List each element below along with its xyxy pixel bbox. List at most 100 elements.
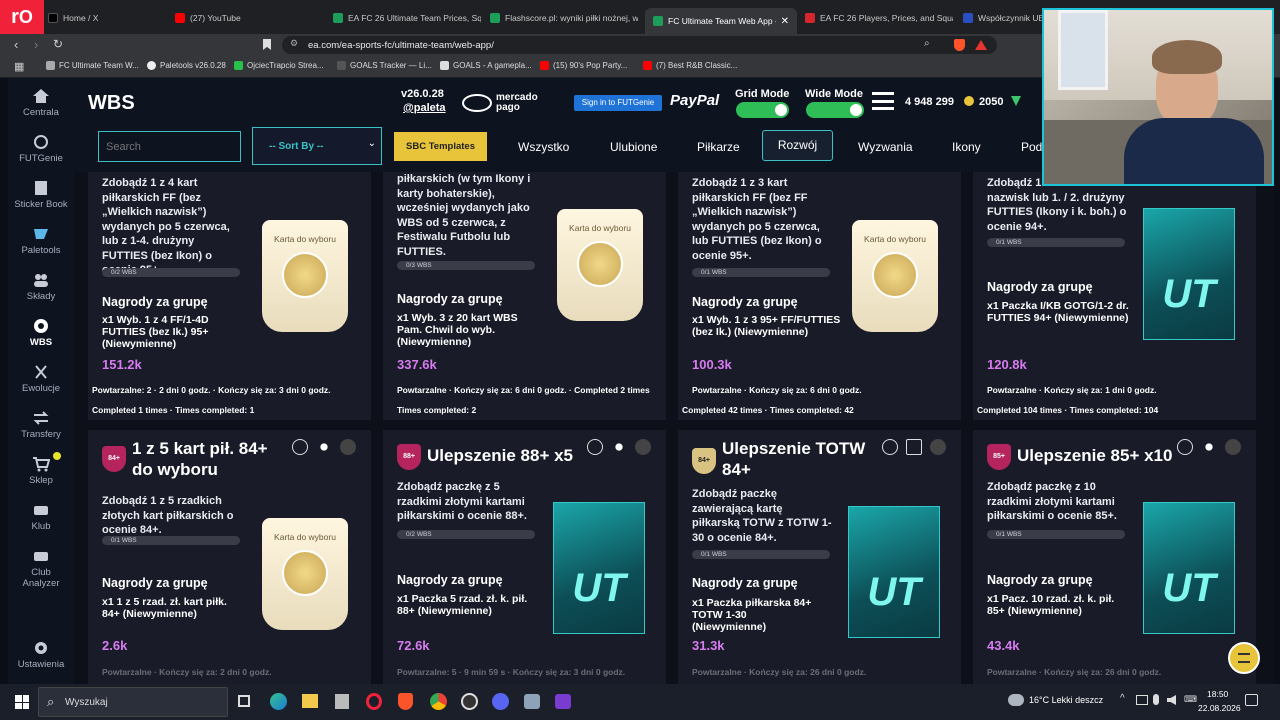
paypal-logo[interactable]: PayPal <box>670 92 719 109</box>
media-taskbar-icon[interactable] <box>555 694 571 709</box>
tab-ikony[interactable]: Ikony <box>952 140 981 154</box>
tab-rozwoj[interactable]: Rozwój <box>762 130 833 161</box>
sidebar-item-futgenie[interactable]: FUTGenie <box>8 134 74 164</box>
bookmark-paletools[interactable]: Paletools v26.0.28 <box>147 61 226 70</box>
sbc-card-2[interactable]: piłkarskich (w tym Ikony i karty bohater… <box>383 172 666 420</box>
tab-wszystko[interactable]: Wszystko <box>518 140 569 154</box>
favorite-star-icon[interactable] <box>930 439 946 455</box>
wide-mode-toggle[interactable] <box>806 102 864 118</box>
tab-ulubione[interactable]: Ulubione <box>610 140 657 154</box>
tab-flashscore[interactable]: Flashscore.pl: wyniki piłki nożnej, w <box>490 6 638 30</box>
sidebar-item-sklady[interactable]: Składy <box>8 272 74 302</box>
eye-icon[interactable] <box>316 439 332 455</box>
sbc-card-7[interactable]: 84+ Ulepszenie TOTW 84+ Zdobądź paczkę z… <box>678 430 961 684</box>
tray-chevron-icon[interactable]: ^ <box>1120 693 1125 704</box>
sbc-card-4[interactable]: Zdobądź 1 FF: Wielkich nazwisk lub 1. / … <box>973 172 1256 420</box>
windows-start-icon[interactable] <box>15 695 29 709</box>
eye-icon[interactable] <box>611 439 627 455</box>
close-tab-icon[interactable]: ✕ <box>781 16 789 27</box>
sidebar-item-wbs[interactable]: WBS <box>8 318 74 348</box>
bookmark-icon[interactable] <box>263 39 271 50</box>
apps-grid-icon[interactable]: ▦ <box>14 60 24 73</box>
sbc-badge: 88+ <box>397 444 421 470</box>
opera-taskbar-icon[interactable] <box>366 693 382 710</box>
futgenie-signin-button[interactable]: Sign in to FUTGenie <box>574 95 662 111</box>
tab-wyzwania[interactable]: Wyzwania <box>858 140 913 154</box>
volume-icon[interactable] <box>1167 695 1176 705</box>
sbc-card-3[interactable]: Zdobądź 1 z 3 kart piłkarskich FF (bez F… <box>678 172 961 420</box>
share-icon[interactable] <box>906 439 922 455</box>
forward-icon[interactable]: › <box>34 37 38 52</box>
language-icon[interactable]: ⌨ <box>1184 694 1197 705</box>
sidebar-item-ustawienia[interactable]: Ustawienia <box>8 640 74 670</box>
info-icon[interactable] <box>1177 439 1193 455</box>
app-icon-gray[interactable] <box>335 694 349 709</box>
opera-logo[interactable]: rO <box>0 0 44 34</box>
obs-taskbar-icon[interactable] <box>461 693 478 710</box>
sidebar-item-transfery[interactable]: Transfery <box>8 410 74 440</box>
site-info-icon[interactable]: ⚙ <box>290 38 298 49</box>
eye-icon[interactable] <box>1201 439 1217 455</box>
bookmark-goals-tracker[interactable]: GOALS Tracker — Li... <box>337 61 432 70</box>
tab-futbin[interactable]: EA FC 26 Ultimate Team Prices, Squ <box>333 6 481 30</box>
bookmark-goals[interactable]: GOALS - A gamepla... <box>440 61 532 70</box>
tab-web-app[interactable]: FC Ultimate Team Web App - E ✕ <box>645 8 797 34</box>
sbc-card-5[interactable]: 84+ 1 z 5 kart pił. 84+ do wyboru Zdobąd… <box>88 430 371 684</box>
sbc-templates-button[interactable]: SBC Templates <box>394 132 487 161</box>
taskbar-search[interactable]: ⌕ Wyszukaj <box>38 687 228 717</box>
bookmark-ojciec[interactable]: OjciecTrapcio Strea... <box>234 61 324 70</box>
sbc-card-8[interactable]: 85+ Ulepszenie 85+ x10 Zdobądź paczkę z … <box>973 430 1256 684</box>
menu-icon[interactable] <box>872 92 894 110</box>
tab-youtube[interactable]: (27) YouTube <box>175 6 325 30</box>
sbc-card-6[interactable]: 88+ Ulepszenie 88+ x5 Zdobądź paczkę z 5… <box>383 430 666 684</box>
info-icon[interactable] <box>587 439 603 455</box>
tab-futwiz[interactable]: EA FC 26 Players, Prices, and Squad <box>805 6 953 30</box>
clock-date[interactable]: 22.08.2026 <box>1198 703 1241 713</box>
clock-time[interactable]: 18:50 <box>1207 689 1228 699</box>
paletools-handle[interactable]: @paleta <box>403 102 446 114</box>
reload-icon[interactable]: ↻ <box>53 37 63 51</box>
bookmark-90s[interactable]: (15) 90's Pop Party... <box>540 61 627 70</box>
floating-menu-button[interactable] <box>1228 642 1260 674</box>
mercado-pago-logo[interactable]: mercado pago <box>462 90 554 116</box>
tab-x[interactable]: Home / X <box>48 6 168 30</box>
zoom-icon[interactable]: ⌕ <box>924 38 930 49</box>
back-icon[interactable]: ‹ <box>14 37 18 52</box>
file-explorer-icon[interactable] <box>302 694 318 708</box>
info-icon[interactable] <box>292 439 308 455</box>
rewards-icon[interactable] <box>975 40 987 50</box>
chrome-taskbar-icon[interactable] <box>430 693 447 710</box>
discord-taskbar-icon[interactable] <box>492 693 509 710</box>
tab-uefa[interactable]: Współczynnik UE <box>963 6 1043 30</box>
favorite-star-icon[interactable] <box>1225 439 1241 455</box>
progress-bar: 0/1 WBS <box>987 238 1125 247</box>
sidebar-item-sticker-book[interactable]: Sticker Book <box>8 180 74 210</box>
brave-shield-icon[interactable] <box>954 39 965 51</box>
steam-taskbar-icon[interactable] <box>524 694 540 709</box>
weather-text[interactable]: 16°C Lekki deszcz <box>1029 695 1103 705</box>
sidebar-item-ewolucje[interactable]: Ewolucje <box>8 364 74 394</box>
tab-pilkarze[interactable]: Piłkarze <box>697 140 740 154</box>
edge-icon[interactable] <box>270 693 287 710</box>
sidebar-item-club-analyzer[interactable]: Club Analyzer <box>8 548 74 589</box>
grid-mode-toggle[interactable] <box>736 102 789 118</box>
favorite-star-icon[interactable] <box>635 439 651 455</box>
favorite-star-icon[interactable] <box>340 439 356 455</box>
brave-taskbar-icon[interactable] <box>398 693 413 710</box>
network-icon[interactable] <box>1136 695 1148 705</box>
notification-center-icon[interactable] <box>1245 694 1258 706</box>
microphone-icon[interactable] <box>1153 694 1159 705</box>
sidebar-item-paletools[interactable]: Paletools <box>8 226 74 256</box>
url-field[interactable]: ⚙ ea.com/ea-sports-fc/ultimate-team/web-… <box>282 36 997 54</box>
sidebar-item-sklep[interactable]: Sklep <box>8 452 74 486</box>
sbc-card-1[interactable]: Zdobądź 1 z 4 kart piłkarskich FF (bez „… <box>88 172 371 420</box>
info-icon[interactable] <box>882 439 898 455</box>
sidebar-item-klub[interactable]: Klub <box>8 502 74 532</box>
sidebar-item-centrala[interactable]: Centrala <box>8 88 74 118</box>
bookmark-fut-web[interactable]: FC Ultimate Team W... <box>46 61 139 70</box>
sort-select[interactable]: -- Sort By -- ⌄ <box>252 127 382 165</box>
bookmark-rnb[interactable]: (7) Best R&B Classic... <box>643 61 737 70</box>
task-view-icon[interactable] <box>238 695 250 707</box>
search-input[interactable] <box>98 131 241 162</box>
tab-pod[interactable]: Pod <box>1021 140 1042 154</box>
